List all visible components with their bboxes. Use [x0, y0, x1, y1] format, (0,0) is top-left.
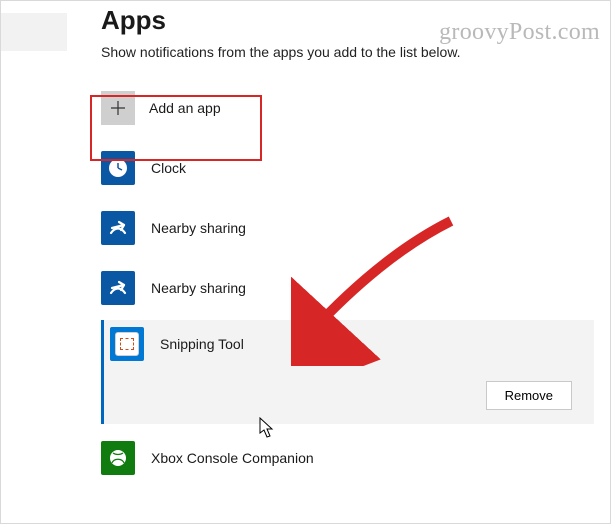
app-label: Snipping Tool	[160, 336, 244, 352]
share-icon	[101, 211, 135, 245]
app-label: Xbox Console Companion	[151, 450, 314, 466]
add-app-button[interactable]: Add an app	[101, 82, 249, 134]
app-row-nearby-1[interactable]: Nearby sharing	[101, 202, 598, 254]
sidebar-stub	[1, 13, 67, 51]
app-row-nearby-2[interactable]: Nearby sharing	[101, 262, 598, 314]
apps-content: Apps Show notifications from the apps yo…	[101, 5, 598, 484]
app-card-snipping[interactable]: Snipping Tool Remove	[101, 320, 594, 424]
xbox-icon	[101, 441, 135, 475]
remove-button[interactable]: Remove	[486, 381, 572, 410]
page-subtitle: Show notifications from the apps you add…	[101, 44, 598, 60]
settings-window: groovyPost.com Apps Show notifications f…	[0, 0, 611, 524]
app-row-xbox[interactable]: Xbox Console Companion	[101, 432, 598, 484]
app-label: Nearby sharing	[151, 220, 246, 236]
page-title: Apps	[101, 5, 598, 36]
share-icon	[101, 271, 135, 305]
app-row-clock[interactable]: Clock	[101, 142, 598, 194]
add-app-label: Add an app	[149, 100, 221, 116]
clock-icon	[101, 151, 135, 185]
snipping-tool-icon	[110, 327, 144, 361]
app-label: Clock	[151, 160, 186, 176]
plus-icon	[101, 91, 135, 125]
app-label: Nearby sharing	[151, 280, 246, 296]
